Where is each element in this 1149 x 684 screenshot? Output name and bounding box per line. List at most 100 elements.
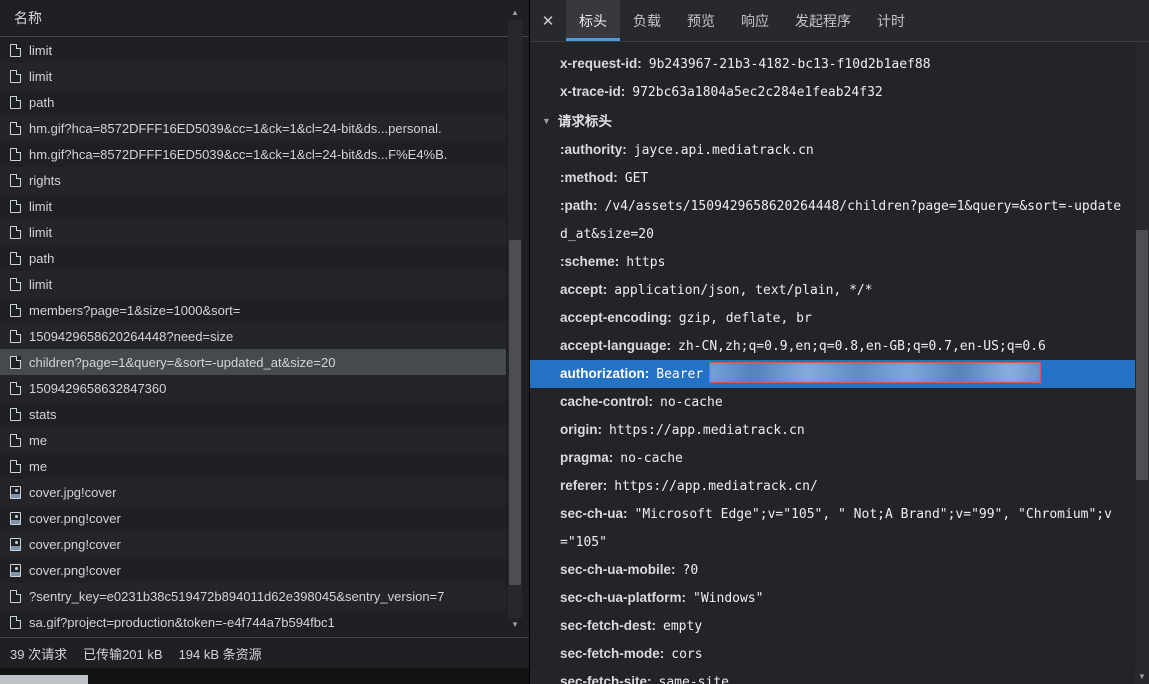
header-row: sec-ch-ua:"Microsoft Edge";v="105", " No…: [560, 500, 1123, 556]
request-row[interactable]: sa.gif?project=production&token=-e4f744a…: [0, 609, 506, 629]
request-row[interactable]: cover.png!cover: [0, 557, 506, 583]
header-value: 972bc63a1804a5ec2c284e1feab24f32: [632, 85, 882, 100]
header-value: ?0: [683, 563, 699, 578]
header-value: Bearer: [656, 367, 703, 382]
right-scrollbar[interactable]: ▼: [1135, 42, 1149, 684]
header-row-authorization-selected[interactable]: authorization:Bearer: [530, 360, 1135, 388]
request-headers-section-header[interactable]: ▼请求标头: [542, 106, 1123, 136]
header-value: same-site: [659, 675, 729, 684]
tab-payload[interactable]: 负载: [620, 0, 674, 41]
header-row: sec-fetch-dest:empty: [560, 612, 1123, 640]
header-value: no-cache: [660, 395, 723, 410]
header-name: x-request-id:: [560, 56, 642, 71]
request-row[interactable]: hm.gif?hca=8572DFFF16ED5039&cc=1&ck=1&cl…: [0, 115, 506, 141]
collapse-arrow-icon[interactable]: ▼: [542, 108, 551, 135]
image-file-icon: [10, 486, 21, 499]
headers-view: x-request-id:9b243967-21b3-4182-bc13-f10…: [530, 42, 1135, 684]
tab-preview[interactable]: 预览: [674, 0, 728, 41]
request-row[interactable]: children?page=1&query=&sort=-updated_at&…: [0, 349, 506, 375]
tab-initiator[interactable]: 发起程序: [782, 0, 864, 41]
request-name: hm.gif?hca=8572DFFF16ED5039&cc=1&ck=1&cl…: [29, 147, 447, 162]
left-scrollbar[interactable]: ▲ ▼: [508, 6, 522, 632]
request-name: hm.gif?hca=8572DFFF16ED5039&cc=1&ck=1&cl…: [29, 121, 442, 136]
name-column-header[interactable]: 名称: [0, 0, 529, 37]
header-name: :path:: [560, 198, 598, 213]
request-name: limit: [29, 199, 52, 214]
header-name: :scheme:: [560, 254, 619, 269]
header-row: cache-control: no-cache: [560, 388, 1123, 416]
tab-headers[interactable]: 标头: [566, 0, 620, 41]
request-name: me: [29, 433, 47, 448]
request-row[interactable]: 1509429658620264448?need=size: [0, 323, 506, 349]
header-row: accept:application/json, text/plain, */*: [560, 276, 1123, 304]
request-row[interactable]: limit: [0, 37, 506, 63]
tab-response[interactable]: 响应: [728, 0, 782, 41]
request-name: limit: [29, 225, 52, 240]
request-row[interactable]: hm.gif?hca=8572DFFF16ED5039&cc=1&ck=1&cl…: [0, 141, 506, 167]
scroll-down-icon[interactable]: ▼: [508, 618, 522, 632]
header-name: :method:: [560, 170, 618, 185]
request-row[interactable]: cover.png!cover: [0, 531, 506, 557]
request-name: cover.png!cover: [29, 537, 121, 552]
request-row[interactable]: limit: [0, 271, 506, 297]
document-file-icon: [10, 278, 21, 291]
request-row[interactable]: cover.png!cover: [0, 505, 506, 531]
request-name: 1509429658632847360: [29, 381, 166, 396]
request-list: limitlimitpathhm.gif?hca=8572DFFF16ED503…: [0, 37, 506, 629]
request-name: stats: [29, 407, 56, 422]
name-column-label: 名称: [14, 8, 42, 28]
header-value: application/json, text/plain, */*: [614, 283, 872, 298]
request-row[interactable]: limit: [0, 193, 506, 219]
request-row[interactable]: limit: [0, 219, 506, 245]
left-scrollbar-thumb[interactable]: [509, 240, 521, 585]
request-row[interactable]: cover.jpg!cover: [0, 479, 506, 505]
header-name: sec-ch-ua-mobile:: [560, 562, 676, 577]
header-row: :path:/v4/assets/1509429658620264448/chi…: [560, 192, 1123, 248]
request-name: path: [29, 251, 54, 266]
request-row[interactable]: stats: [0, 401, 506, 427]
request-row[interactable]: members?page=1&size=1000&sort=: [0, 297, 506, 323]
header-name: :authority:: [560, 142, 627, 157]
scroll-up-icon[interactable]: ▲: [508, 6, 522, 20]
request-row[interactable]: rights: [0, 167, 506, 193]
request-row[interactable]: limit: [0, 63, 506, 89]
document-file-icon: [10, 460, 21, 473]
header-value: jayce.api.mediatrack.cn: [634, 143, 814, 158]
header-value: no-cache: [620, 451, 683, 466]
image-file-icon: [10, 564, 21, 577]
header-value: GET: [625, 171, 648, 186]
document-file-icon: [10, 148, 21, 161]
header-name: sec-fetch-mode:: [560, 646, 664, 661]
request-row[interactable]: path: [0, 245, 506, 271]
header-name: origin:: [560, 422, 602, 437]
right-scrollbar-thumb[interactable]: [1136, 230, 1148, 480]
close-panel-button[interactable]: ✕: [530, 0, 566, 41]
request-name: sa.gif?project=production&token=-e4f744a…: [29, 615, 335, 630]
request-name: members?page=1&size=1000&sort=: [29, 303, 240, 318]
request-name: limit: [29, 43, 52, 58]
blurred-token: [709, 362, 1041, 383]
bottom-strip: [0, 668, 529, 684]
request-row[interactable]: path: [0, 89, 506, 115]
request-name: cover.png!cover: [29, 563, 121, 578]
image-file-icon: [10, 512, 21, 525]
document-file-icon: [10, 252, 21, 265]
request-row[interactable]: ?sentry_key=e0231b38c519472b894011d62e39…: [0, 583, 506, 609]
request-row[interactable]: me: [0, 453, 506, 479]
header-name: sec-ch-ua-platform:: [560, 590, 686, 605]
header-name: referer:: [560, 478, 607, 493]
header-row: :scheme:https: [560, 248, 1123, 276]
left-scrollbar-track[interactable]: [508, 20, 522, 618]
request-row[interactable]: me: [0, 427, 506, 453]
header-row: sec-ch-ua-platform:"Windows": [560, 584, 1123, 612]
request-name: me: [29, 459, 47, 474]
request-name: rights: [29, 173, 61, 188]
scroll-down-icon[interactable]: ▼: [1135, 670, 1149, 684]
header-row: origin:https://app.mediatrack.cn: [560, 416, 1123, 444]
request-row[interactable]: 1509429658632847360: [0, 375, 506, 401]
header-name: cache-control:: [560, 394, 653, 409]
header-row: accept-language:zh-CN,zh;q=0.9,en;q=0.8,…: [560, 332, 1123, 360]
right-scrollbar-track[interactable]: [1135, 42, 1149, 670]
tab-timing[interactable]: 计时: [864, 0, 918, 41]
request-name: children?page=1&query=&sort=-updated_at&…: [29, 355, 335, 370]
